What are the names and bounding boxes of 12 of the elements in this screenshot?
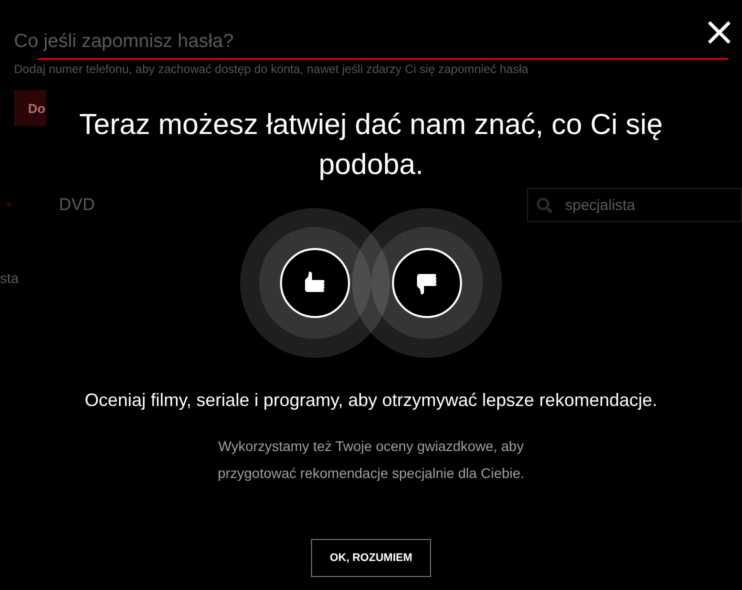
ok-button[interactable]: OK, ROZUMIEM [311, 539, 431, 577]
dialog-subtitle: Oceniaj filmy, seriale i programy, aby otrzymywać lepsze rekomendacje. [84, 390, 658, 411]
search-icon [536, 196, 553, 214]
page-description: Dodaj numer telefonu, aby zachować dostęp do konta, nawet jeśli zdarzy Ci się zapomnieć hasła [14, 62, 530, 76]
page-heading: Co jeśli zapomnisz hasła? [14, 30, 234, 54]
list-text: sta [0, 270, 19, 286]
search-field[interactable]: specjalista [527, 188, 742, 222]
dialog-title: Teraz możesz łatwiej dać nam znać, co Ci się podoba. [78, 108, 664, 183]
close-button[interactable]: × [702, 12, 736, 52]
dialog-note: Wykorzystamy też Twoje oceny gwiazdkowe, aby przygotować rekomendacje specjalnie dla Ciebie. [216, 437, 526, 483]
nav-item[interactable]: DVD [59, 195, 95, 215]
add-phone-button[interactable]: Do [14, 90, 46, 126]
